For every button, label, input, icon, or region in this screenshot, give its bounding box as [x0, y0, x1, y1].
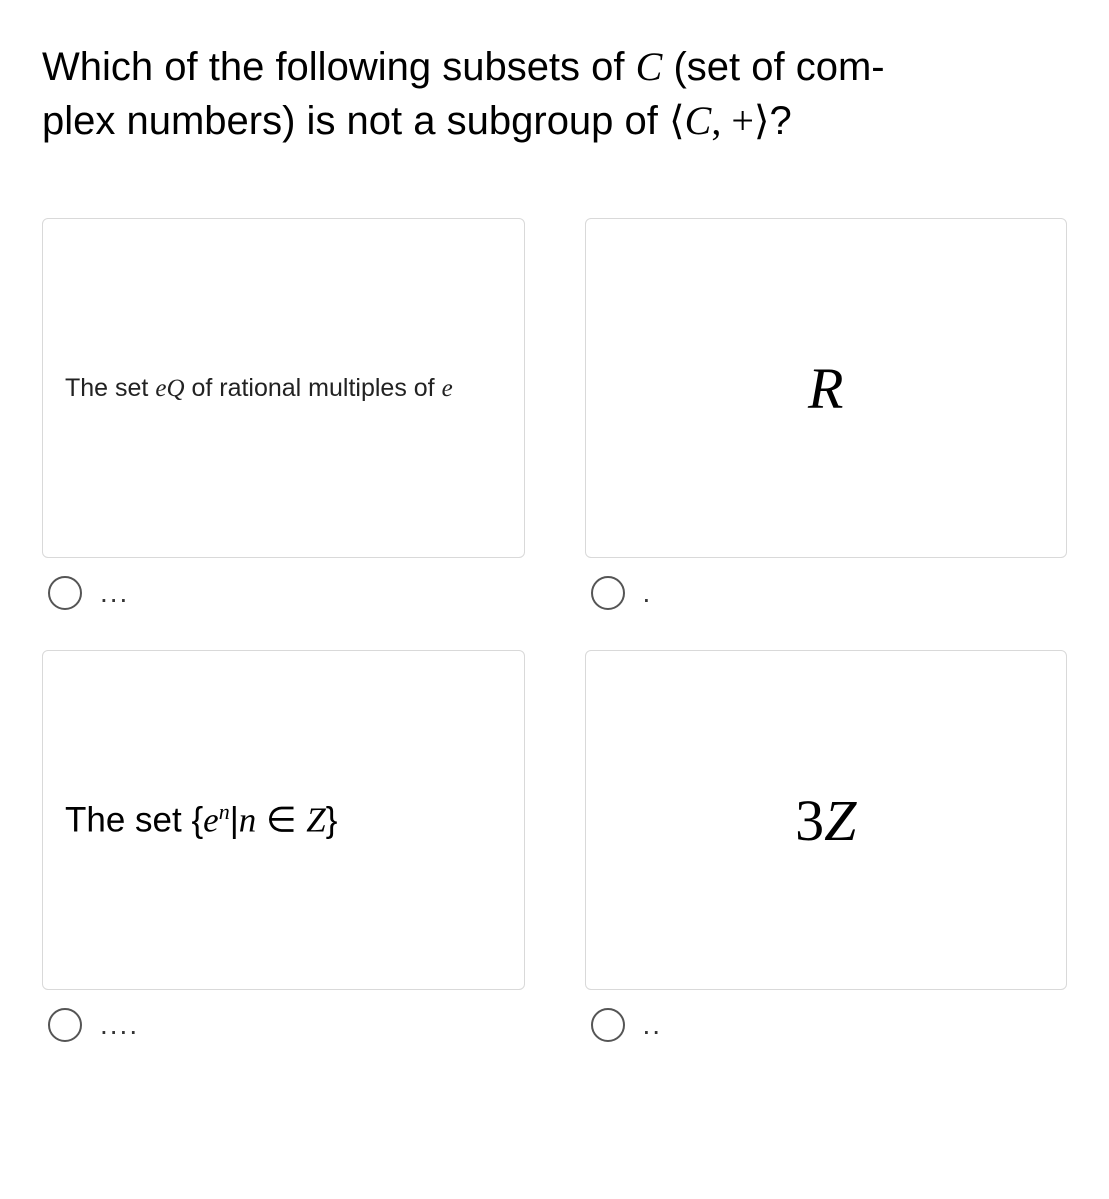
- question-angle-open: ⟨: [669, 98, 685, 143]
- option-3-radio-row: ....: [42, 1008, 525, 1042]
- question-line1-post: (set of com-: [662, 45, 884, 89]
- question-qmark: ?: [769, 99, 791, 143]
- option-1-radio[interactable]: [48, 576, 82, 610]
- question-comma-plus: , +: [711, 98, 754, 143]
- option-4-radio-label: ..: [643, 1009, 663, 1041]
- option-3-in: ∈: [256, 801, 306, 840]
- option-3-n: n: [239, 801, 257, 840]
- option-1-prefix: The set: [65, 374, 155, 402]
- question-line2-pre: plex numbers) is not a subgroup of: [42, 99, 669, 143]
- question-line1-pre: Which of the following subsets of: [42, 45, 636, 89]
- option-3-radio-label: ....: [100, 1009, 139, 1041]
- option-2-radio[interactable]: [591, 576, 625, 610]
- option-3-brace-open: {: [191, 801, 203, 840]
- option-4: 3Z ..: [585, 650, 1068, 1042]
- question-angle-close: ⟩: [754, 98, 770, 143]
- option-3-brace-close: }: [326, 801, 338, 840]
- option-2-text: R: [808, 355, 843, 422]
- question-C-2: C: [685, 98, 712, 143]
- option-3-text: The set {en|n ∈ Z}: [65, 799, 337, 841]
- question-text: Which of the following subsets of C (set…: [42, 40, 1067, 148]
- option-1-e: e: [155, 375, 166, 402]
- option-2-radio-row: .: [585, 576, 1068, 610]
- options-grid: The set eQ of rational multiples of e ..…: [42, 218, 1067, 1042]
- option-1-text: The set eQ of rational multiples of e: [65, 374, 453, 403]
- option-3-card[interactable]: The set {en|n ∈ Z}: [42, 650, 525, 990]
- option-1-Q: Q: [166, 375, 184, 402]
- question-C-1: C: [636, 44, 663, 89]
- option-1-radio-label: ...: [100, 577, 129, 609]
- option-3-e: e: [203, 801, 219, 840]
- option-3: The set {en|n ∈ Z} ....: [42, 650, 525, 1042]
- option-4-text: 3Z: [795, 787, 856, 854]
- option-1: The set eQ of rational multiples of e ..…: [42, 218, 525, 610]
- option-1-suffix: of rational multiples of: [185, 374, 442, 402]
- option-3-Z: Z: [306, 801, 325, 840]
- option-1-card[interactable]: The set eQ of rational multiples of e: [42, 218, 525, 558]
- option-2-radio-label: .: [643, 577, 653, 609]
- option-4-radio[interactable]: [591, 1008, 625, 1042]
- option-1-radio-row: ...: [42, 576, 525, 610]
- option-3-sup-n: n: [219, 799, 230, 824]
- option-4-num: 3: [795, 788, 824, 853]
- option-4-radio-row: ..: [585, 1008, 1068, 1042]
- option-2: R .: [585, 218, 1068, 610]
- option-4-Z: Z: [824, 788, 856, 853]
- option-2-card[interactable]: R: [585, 218, 1068, 558]
- option-3-radio[interactable]: [48, 1008, 82, 1042]
- option-3-bar: |: [230, 801, 239, 840]
- option-3-prefix: The set: [65, 801, 191, 840]
- option-1-trail-e: e: [442, 375, 453, 402]
- option-4-card[interactable]: 3Z: [585, 650, 1068, 990]
